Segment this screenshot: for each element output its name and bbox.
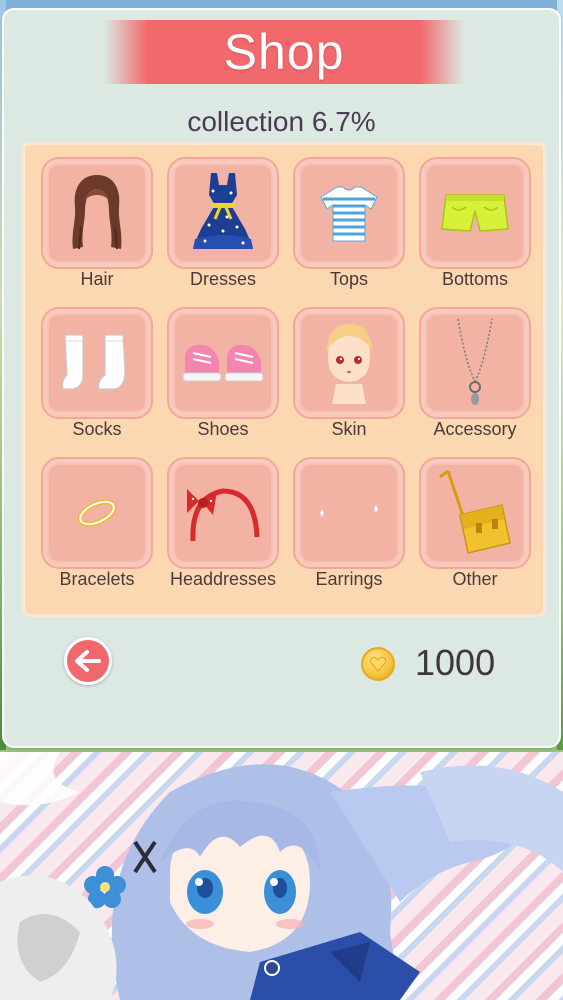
hair-icon [72, 175, 122, 250]
category-label: Shoes [197, 419, 249, 439]
bag-icon [439, 469, 511, 554]
shop-dialog: Shop collection 6.7% Hair Dresses Tops B… [4, 10, 559, 746]
shorts-icon [441, 194, 509, 232]
collection-value: 6.7% [311, 106, 376, 137]
category-earrings-button[interactable] [295, 459, 403, 567]
category-label: Bottoms [441, 269, 509, 289]
category-label: Accessory [433, 419, 517, 439]
category-dresses-button[interactable] [169, 159, 277, 267]
category-socks-button[interactable] [43, 309, 151, 417]
headband-icon [187, 488, 260, 542]
top-icon [320, 186, 378, 242]
category-bottoms-button[interactable] [421, 159, 529, 267]
category-label: Other [452, 569, 498, 589]
category-label: Skin [331, 419, 367, 439]
shoes-icon [182, 344, 264, 382]
category-label: Socks [72, 419, 122, 439]
character-banner-image [0, 752, 563, 1000]
category-shoes-button[interactable] [169, 309, 277, 417]
category-label: Tops [329, 269, 369, 289]
collection-progress: collection 6.7% [4, 106, 559, 138]
category-skin-button[interactable] [295, 309, 403, 417]
shop-title: Shop [223, 24, 345, 80]
category-grid: Hair Dresses Tops Bottoms Socks Shoes Sk… [22, 142, 546, 617]
title-banner: Shop [104, 20, 464, 84]
category-other-button[interactable] [421, 459, 529, 567]
coin-icon [361, 647, 395, 681]
category-label: Headdresses [169, 569, 277, 589]
earrings-icon [319, 504, 379, 518]
category-bracelets-button[interactable] [43, 459, 151, 567]
category-tops-button[interactable] [295, 159, 403, 267]
arrow-left-icon [75, 650, 101, 672]
coin-count: 1000 [415, 642, 496, 683]
collection-label: collection [187, 106, 305, 137]
category-hair-button[interactable] [43, 159, 151, 267]
back-button[interactable] [64, 637, 112, 685]
dress-icon [193, 173, 253, 249]
category-headdresses-button[interactable] [169, 459, 277, 567]
skin-icon [326, 324, 372, 404]
category-label: Bracelets [59, 569, 135, 589]
category-label: Dresses [189, 269, 256, 289]
category-label: Earrings [315, 569, 383, 589]
category-accessory-button[interactable] [421, 309, 529, 417]
socks-icon [61, 334, 126, 390]
category-label: Hair [80, 269, 114, 289]
bracelet-icon [77, 499, 117, 527]
necklace-icon [457, 318, 493, 405]
